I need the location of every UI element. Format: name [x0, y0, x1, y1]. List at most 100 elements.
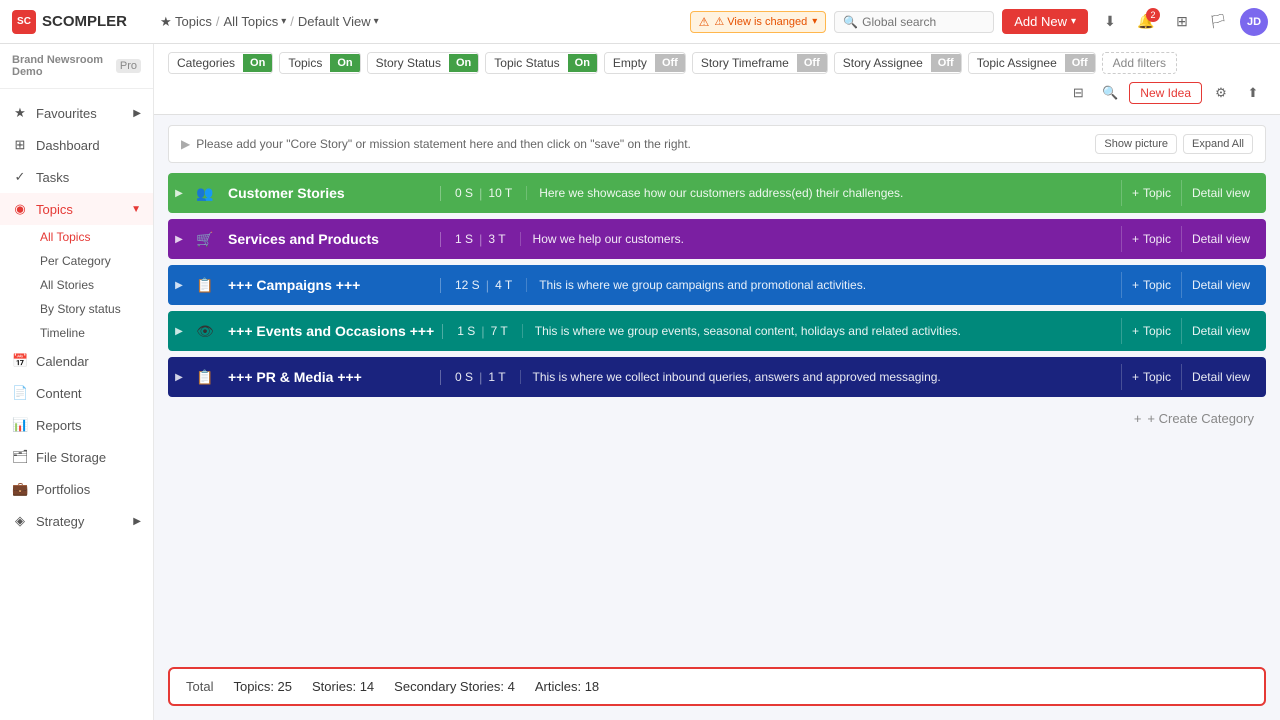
layout: Brand Newsroom Demo Pro ★ Favourites ▶ ⊞…	[0, 44, 1280, 720]
detail-view-pr-media[interactable]: Detail view	[1181, 364, 1260, 390]
brand-info: Brand Newsroom Demo Pro	[12, 54, 141, 78]
show-picture-button[interactable]: Show picture	[1095, 134, 1177, 154]
filter-topic-assignee[interactable]: Topic Assignee Off	[968, 52, 1096, 74]
search-box[interactable]: 🔍	[834, 11, 994, 33]
sidebar-item-topics[interactable]: ◉ Topics ▼	[0, 193, 153, 225]
breadcrumb-all-topics[interactable]: All Topics ▾	[224, 14, 287, 29]
expand-all-button[interactable]: Expand All	[1183, 134, 1253, 154]
sidebar-item-content[interactable]: 📄 Content	[0, 377, 153, 409]
campaigns-actions: + Topic Detail view	[1121, 272, 1266, 298]
sidebar-sub-all-stories[interactable]: All Stories	[28, 273, 153, 297]
sidebar-item-strategy[interactable]: ◈ Strategy ▶	[0, 505, 153, 537]
expand-services-products[interactable]: ▶	[168, 219, 190, 259]
breadcrumb-default-view[interactable]: Default View ▾	[298, 14, 379, 29]
filter-categories[interactable]: Categories On	[168, 52, 273, 74]
logo-icon: SC	[12, 10, 36, 34]
pr-media-story-count: 0 S	[451, 370, 477, 384]
expand-campaigns[interactable]: ▶	[168, 265, 190, 305]
plus-icon: +	[1132, 278, 1139, 292]
plus-icon: +	[1132, 186, 1139, 200]
notification-icon[interactable]: 🔔 2	[1132, 8, 1160, 36]
sidebar-label-reports: Reports	[36, 418, 82, 433]
campaigns-counts: 12 S | 4 T	[440, 278, 526, 293]
filter-empty[interactable]: Empty Off	[604, 52, 686, 74]
search-filter-icon[interactable]: 🔍	[1097, 80, 1123, 106]
breadcrumb-topics[interactable]: ★ Topics	[160, 14, 212, 30]
sidebar-label-content: Content	[36, 386, 82, 401]
tasks-icon: ✓	[12, 169, 28, 185]
filter-story-timeframe[interactable]: Story Timeframe Off	[692, 52, 828, 74]
detail-view-services-products[interactable]: Detail view	[1181, 226, 1260, 252]
sidebar-item-file-storage[interactable]: 🗂 File Storage	[0, 441, 153, 473]
sidebar-label-calendar: Calendar	[36, 354, 89, 369]
events-actions: + Topic Detail view	[1121, 318, 1266, 344]
sidebar-sub-all-topics[interactable]: All Topics	[28, 225, 153, 249]
create-category-button[interactable]: + + Create Category	[1122, 403, 1266, 434]
filter-bar: Categories On Topics On Story Status On …	[154, 44, 1280, 115]
sidebar-sub-by-story-status[interactable]: By Story status	[28, 297, 153, 321]
sidebar-sub-timeline[interactable]: Timeline	[28, 321, 153, 345]
services-products-desc: How we help our customers.	[520, 232, 1121, 246]
events-counts: 1 S | 7 T	[442, 324, 522, 339]
search-input[interactable]	[862, 15, 985, 29]
status-topics: Topics: 25	[233, 679, 292, 694]
add-filters-button[interactable]: Add filters	[1102, 52, 1177, 74]
sidebar-sub-per-category[interactable]: Per Category	[28, 249, 153, 273]
avatar[interactable]: JD	[1240, 8, 1268, 36]
add-topic-customer-stories[interactable]: + Topic	[1121, 180, 1181, 206]
customer-stories-topic-count: 10 T	[484, 186, 516, 200]
add-topic-pr-media[interactable]: + Topic	[1121, 364, 1181, 390]
warning-icon: ⚠	[699, 15, 710, 29]
settings-icon[interactable]: ⚙	[1208, 80, 1234, 106]
sidebar-label-tasks: Tasks	[36, 170, 69, 185]
events-topic-count: 7 T	[487, 324, 512, 338]
new-idea-button[interactable]: New Idea	[1129, 82, 1202, 104]
sidebar-item-dashboard[interactable]: ⊞ Dashboard	[0, 129, 153, 161]
sidebar-sub-label-by-story-status: By Story status	[40, 302, 121, 316]
status-total-label: Total	[186, 679, 213, 694]
detail-view-events[interactable]: Detail view	[1181, 318, 1260, 344]
filter-topics[interactable]: Topics On	[279, 52, 360, 74]
filter-story-assignee[interactable]: Story Assignee Off	[834, 52, 962, 74]
file-storage-icon: 🗂	[12, 449, 28, 465]
sidebar-item-calendar[interactable]: 📅 Calendar	[0, 345, 153, 377]
chevron-down-icon-topics: ▼	[131, 204, 141, 215]
filter-story-status[interactable]: Story Status On	[367, 52, 480, 74]
pr-media-desc: This is where we collect inbound queries…	[520, 370, 1121, 384]
events-name: +++ Events and Occasions +++	[220, 323, 442, 339]
filter-topic-status[interactable]: Topic Status On	[485, 52, 598, 74]
customer-stories-name: Customer Stories	[220, 185, 440, 201]
sidebar-item-favourites[interactable]: ★ Favourites ▶	[0, 97, 153, 129]
add-topic-events[interactable]: + Topic	[1121, 318, 1181, 344]
dashboard-icon: ⊞	[12, 137, 28, 153]
expand-customer-stories[interactable]: ▶	[168, 173, 190, 213]
sidebar-item-reports[interactable]: 📊 Reports	[0, 409, 153, 441]
detail-view-customer-stories[interactable]: Detail view	[1181, 180, 1260, 206]
services-products-icon: 🛒	[190, 219, 220, 259]
mission-text: Please add your "Core Story" or mission …	[196, 137, 691, 151]
export-icon[interactable]: ⬆	[1240, 80, 1266, 106]
grid-icon[interactable]: ⊞	[1168, 8, 1196, 36]
detail-view-campaigns[interactable]: Detail view	[1181, 272, 1260, 298]
expand-events[interactable]: ▶	[168, 311, 190, 351]
services-products-story-count: 1 S	[451, 232, 477, 246]
calendar-icon: 📅	[12, 353, 28, 369]
pr-media-topic-count: 1 T	[484, 370, 509, 384]
status-bar: Total Topics: 25 Stories: 14 Secondary S…	[168, 667, 1266, 706]
add-new-button[interactable]: Add New ▾	[1002, 9, 1088, 34]
view-changed-button[interactable]: ⚠ ⚠ View is changed ▾	[690, 11, 827, 33]
sidebar-item-portfolios[interactable]: 💼 Portfolios	[0, 473, 153, 505]
sidebar-nav: ★ Favourites ▶ ⊞ Dashboard ✓ Tasks ◉ Top…	[0, 89, 153, 720]
customer-stories-desc: Here we showcase how our customers addre…	[526, 186, 1121, 200]
add-topic-services-products[interactable]: + Topic	[1121, 226, 1181, 252]
sidebar-label-favourites: Favourites	[36, 106, 97, 121]
expand-pr-media[interactable]: ▶	[168, 357, 190, 397]
flag-icon[interactable]: 🏳	[1204, 8, 1232, 36]
services-products-topic-count: 3 T	[484, 232, 509, 246]
status-articles: Articles: 18	[535, 679, 599, 694]
filter-icon[interactable]: ⊟	[1065, 80, 1091, 106]
events-icon: 👁	[190, 311, 220, 351]
download-icon[interactable]: ⬇	[1096, 8, 1124, 36]
add-topic-campaigns[interactable]: + Topic	[1121, 272, 1181, 298]
sidebar-item-tasks[interactable]: ✓ Tasks	[0, 161, 153, 193]
